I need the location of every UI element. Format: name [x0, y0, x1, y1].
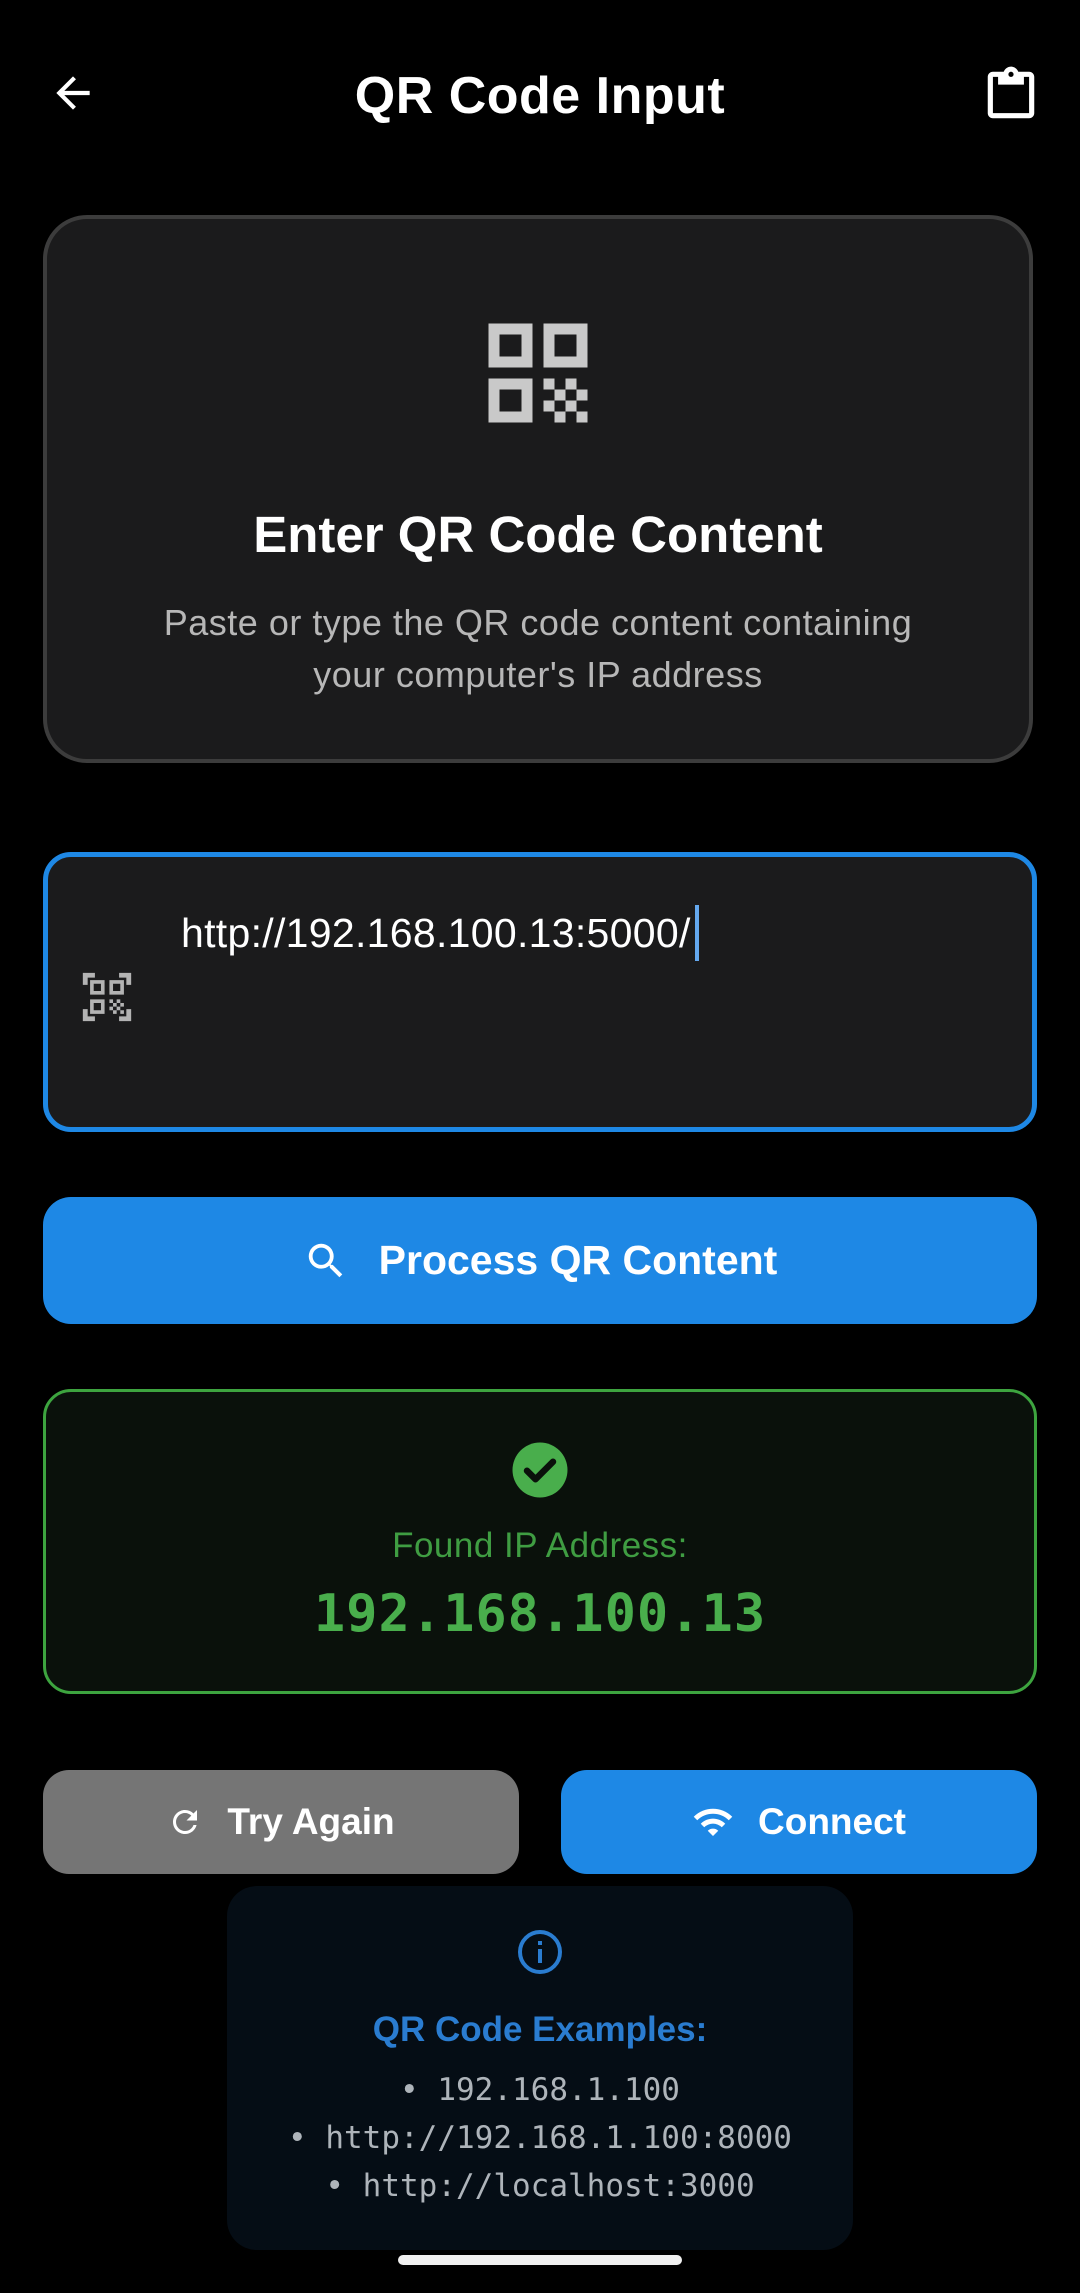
qr-content-input[interactable]: http://192.168.100.13:5000/: [43, 852, 1037, 1132]
paste-clipboard-button[interactable]: [976, 60, 1046, 130]
examples-title: QR Code Examples:: [372, 2010, 708, 2049]
found-ip-value: 192.168.100.13: [313, 1584, 767, 1644]
example-item: • 192.168.1.100: [400, 2072, 680, 2108]
qr-code-scanner-icon: [82, 972, 132, 1022]
process-qr-button[interactable]: Process QR Content: [43, 1197, 1037, 1324]
qr-code-icon: [488, 323, 588, 423]
info-icon: [518, 1930, 562, 1974]
app-bar: QR Code Input: [0, 0, 1080, 196]
example-item: • http://192.168.1.100:8000: [288, 2120, 792, 2156]
found-ip-label: Found IP Address:: [392, 1526, 688, 1565]
check-circle-icon: [512, 1442, 568, 1498]
example-item: • http://localhost:3000: [325, 2168, 755, 2204]
examples-card: QR Code Examples: • 192.168.1.100 • http…: [227, 1886, 853, 2250]
connect-label: Connect: [758, 1801, 906, 1842]
text-cursor: [694, 905, 699, 961]
try-again-label: Try Again: [227, 1801, 395, 1842]
examples-list: • 192.168.1.100 • http://192.168.1.100:8…: [227, 2066, 853, 2210]
instructions-card: Enter QR Code Content Paste or type the …: [43, 215, 1033, 763]
refresh-icon: [167, 1804, 203, 1840]
process-button-label: Process QR Content: [378, 1237, 778, 1283]
card-description: Paste or type the QR code content contai…: [163, 602, 913, 695]
ip-result-card: Found IP Address: 192.168.100.13: [43, 1389, 1037, 1694]
wifi-icon: [692, 1801, 734, 1843]
card-title: Enter QR Code Content: [253, 506, 823, 563]
home-indicator[interactable]: [398, 2255, 682, 2265]
input-value: http://192.168.100.13:5000/: [181, 909, 691, 956]
search-icon: [303, 1238, 349, 1284]
clipboard-icon: [987, 66, 1035, 119]
page-title: QR Code Input: [354, 67, 726, 125]
try-again-button[interactable]: Try Again: [43, 1770, 519, 1874]
connect-button[interactable]: Connect: [561, 1770, 1037, 1874]
